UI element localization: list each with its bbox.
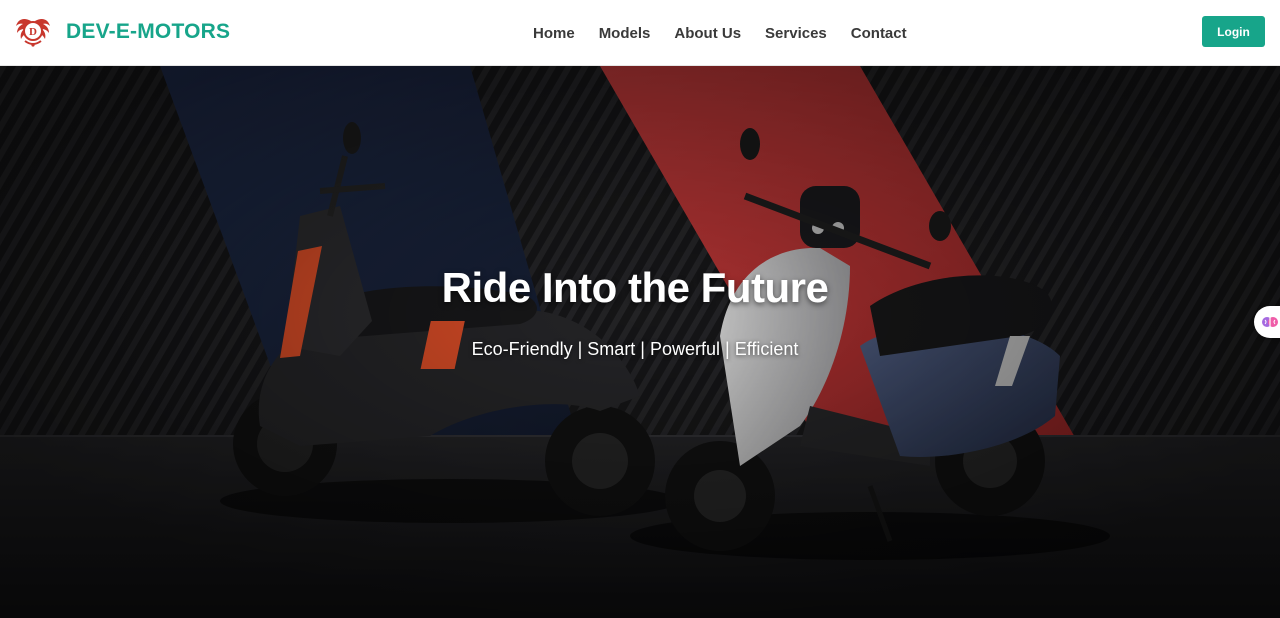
hero-section: Ride Into the Future Eco-Friendly | Smar…: [0, 66, 1280, 618]
nav-link-services[interactable]: Services: [753, 19, 839, 48]
nav-link-home[interactable]: Home: [521, 19, 587, 48]
nav-link-models[interactable]: Models: [587, 19, 663, 48]
hero-title: Ride Into the Future: [441, 264, 829, 311]
winged-d-emblem-icon: D: [16, 18, 50, 47]
nav-link-about-us[interactable]: About Us: [662, 19, 753, 48]
floating-assistant-widget[interactable]: [1254, 306, 1280, 338]
brand-logo-link[interactable]: D DEV-E-MOTORS: [14, 14, 230, 50]
login-button[interactable]: Login: [1202, 16, 1265, 47]
brand-name: DEV-E-MOTORS: [66, 20, 231, 43]
nav-link-contact[interactable]: Contact: [839, 19, 919, 48]
brain-icon: [1262, 317, 1278, 327]
navbar: D DEV-E-MOTORS Home Models About Us Serv…: [0, 0, 1280, 66]
main-nav: Home Models About Us Services Contact: [521, 0, 919, 66]
logo-letter: D: [29, 26, 37, 38]
hero-subtitle: Eco-Friendly | Smart | Powerful | Effici…: [471, 339, 799, 359]
